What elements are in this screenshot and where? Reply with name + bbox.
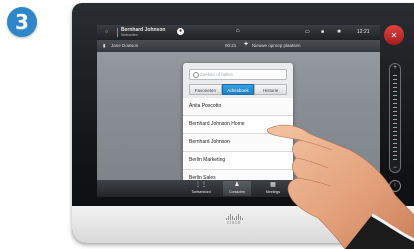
side-controls: ✕ + − ! xyxy=(384,25,406,197)
tab-history[interactable]: Historie xyxy=(254,84,288,95)
contacts-button[interactable]: ♟ Contacten xyxy=(223,181,251,196)
call-status-indicator xyxy=(117,28,118,37)
clock-time: 12:21 xyxy=(357,29,370,35)
meetings-button[interactable]: ▦ Meetings xyxy=(259,181,287,196)
mute-button[interactable]: ✕ xyxy=(384,25,404,45)
contacts-tabs: Favorieten Adresboek Historie xyxy=(189,84,288,95)
list-item[interactable]: Bernhard Johnson xyxy=(183,134,293,152)
tab-address-book[interactable]: Adresboek xyxy=(221,84,255,95)
device-screen: ○ Bernhard Johnson Verbonden ● ⌂ ▭ ■ ✱ 1… xyxy=(97,25,380,197)
power-icon[interactable]: ○ xyxy=(105,29,108,35)
microphone-muted-icon: ✕ xyxy=(390,30,398,40)
participant-name: Jane Dowson xyxy=(111,43,139,48)
list-item[interactable]: Anita Poscotto xyxy=(183,98,293,116)
info-icon[interactable]: ! xyxy=(389,180,401,192)
cisco-logo: cisco xyxy=(220,213,248,226)
layout-icon[interactable]: ▭ xyxy=(305,29,310,35)
home-icon[interactable]: ⌂ xyxy=(236,28,240,34)
meetings-icon: ▦ xyxy=(270,182,276,188)
search-placeholder: Zoeken of bellen xyxy=(200,72,234,77)
keypad-button[interactable]: ⋮⋮ Toetsenbord xyxy=(187,181,215,196)
volume-down-icon[interactable]: − xyxy=(390,165,400,171)
caller-status: Verbonden xyxy=(121,33,138,37)
search-input[interactable]: Zoeken of bellen xyxy=(189,69,287,80)
tab-favorites[interactable]: Favorieten xyxy=(189,84,222,95)
cisco-logo-bars xyxy=(220,213,248,220)
touch-device: ○ Bernhard Johnson Verbonden ● ⌂ ▭ ■ ✱ 1… xyxy=(72,3,414,243)
new-call-button[interactable]: Nieuwe oproep plaatsen xyxy=(252,43,301,48)
call-sub-bar: ▮ Jane Dowson 00:21 + Nieuwe oproep plaa… xyxy=(97,40,380,52)
contact-list: Anita Poscotto Bernhard Johnson Home Ber… xyxy=(183,98,293,188)
bottom-toolbar: ⋮⋮ Toetsenbord ♟ Contacten ▦ Meetings xyxy=(97,180,380,197)
contacts-dialog: Zoeken of bellen Favorieten Adresboek Hi… xyxy=(183,63,293,188)
search-icon xyxy=(193,72,199,78)
volume-scale xyxy=(393,75,397,161)
camera-icon[interactable]: ■ xyxy=(321,29,324,35)
contacts-icon: ♟ xyxy=(234,182,240,188)
step-number-badge: 3 xyxy=(7,7,37,37)
list-item[interactable]: Bernhard Johnson Home xyxy=(183,116,293,134)
call-count-icon[interactable]: ● xyxy=(177,28,184,35)
list-item[interactable]: Berlin Marketing xyxy=(183,152,293,170)
call-duration: 00:21 xyxy=(225,43,237,48)
status-bar: ○ Bernhard Johnson Verbonden ● ⌂ ▭ ■ ✱ 1… xyxy=(97,25,380,40)
settings-icon[interactable]: ✱ xyxy=(337,29,341,35)
keypad-icon: ⋮⋮ xyxy=(195,182,207,188)
add-call-icon[interactable]: + xyxy=(244,41,248,48)
volume-slider[interactable]: + − xyxy=(389,63,401,173)
volume-up-icon[interactable]: + xyxy=(390,65,400,71)
participant-icon: ▮ xyxy=(103,43,106,48)
